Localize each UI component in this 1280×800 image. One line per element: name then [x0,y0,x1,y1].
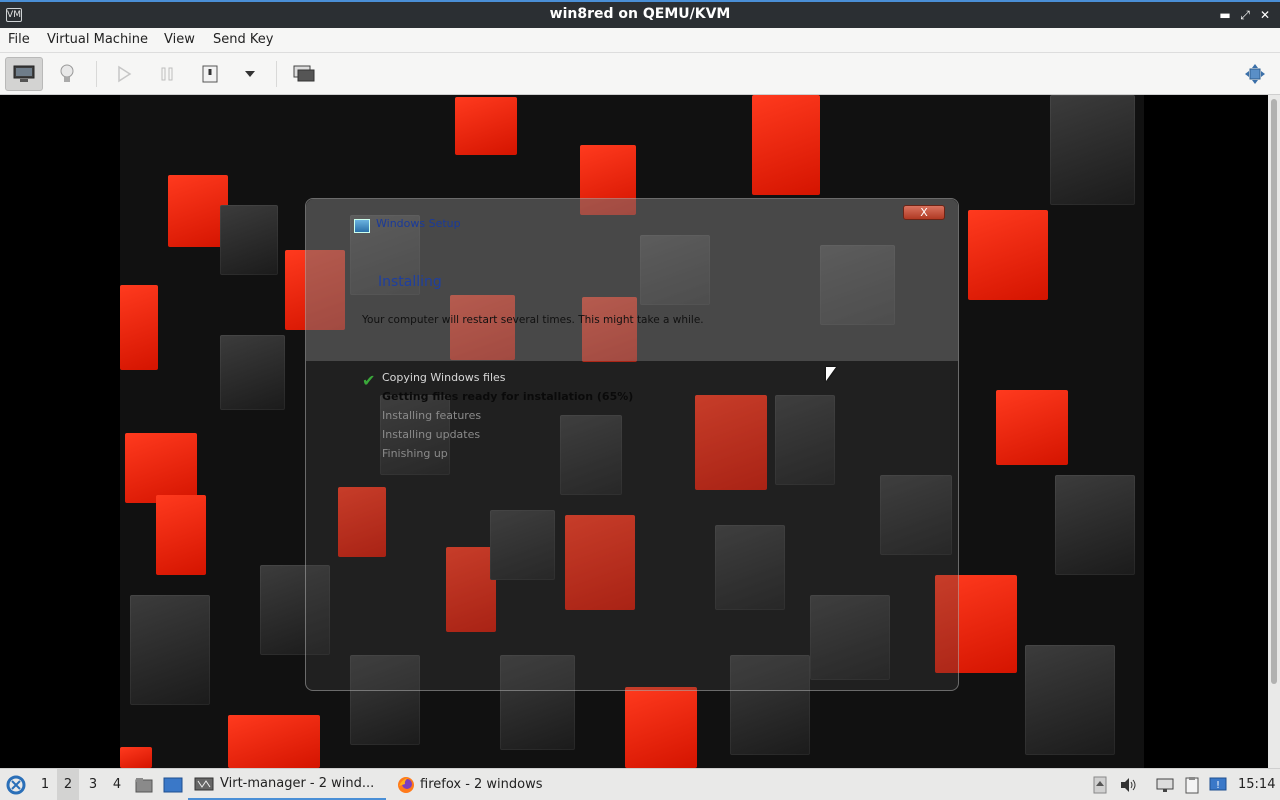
distro-logo-icon [6,775,26,794]
fullscreen-button[interactable] [1236,57,1274,91]
task-label: Virt-manager - 2 wind... [220,776,375,791]
workspace-4[interactable]: 4 [106,769,128,800]
vm-display[interactable]: X Windows Setup Installing Your computer… [0,95,1268,768]
window-title: win8red on QEMU/KVM [549,6,731,22]
tray-expand-button[interactable] [1090,769,1110,800]
start-menu-button[interactable] [4,769,28,800]
setup-heading: Installing [378,274,442,290]
wallpaper-cube [1055,475,1135,575]
scrollbar-thumb[interactable] [1271,99,1277,684]
wallpaper-cube [220,205,278,275]
speaker-icon [1121,777,1136,792]
toolbar-separator [276,61,277,87]
workspace-2[interactable]: 2 [57,769,79,800]
details-view-button[interactable] [48,57,86,91]
lightbulb-icon [60,64,74,82]
setup-step: Copying Windows files [382,371,506,384]
update-notifier-icon: ! [1209,777,1227,791]
setup-step: Installing features [382,409,482,422]
run-button[interactable] [105,57,143,91]
menu-view[interactable]: View [164,32,195,47]
taskbar: 1 2 3 4 Virt-manager - 2 wind... firefox… [0,768,1280,800]
console-view-button[interactable] [5,57,43,91]
show-desktop-button[interactable] [162,769,184,800]
desktop-icon [163,777,183,792]
menu-file[interactable]: File [8,32,30,47]
wallpaper-cube [168,175,228,247]
chevron-down-icon [245,71,255,77]
shutdown-menu-dropdown[interactable] [231,57,269,91]
setup-close-button[interactable]: X [903,205,945,220]
wallpaper-cube [752,95,820,195]
mouse-cursor-icon [826,367,836,381]
windows-setup-window: X Windows Setup Installing Your computer… [305,198,959,691]
svg-text:!: ! [1216,780,1220,791]
file-manager-launcher[interactable] [134,769,154,800]
wallpaper-cube [130,595,210,705]
setup-step-current: Getting files ready for installation (65… [382,390,634,403]
clipboard-button[interactable] [1181,769,1203,800]
folder-icon [135,777,153,792]
menu-send-key[interactable]: Send Key [213,32,273,47]
volume-button[interactable] [1117,769,1139,800]
monitor-icon [13,65,35,82]
setup-subtitle: Your computer will restart several times… [362,314,704,326]
power-icon [202,65,218,83]
wallpaper-cube [228,715,320,768]
firefox-icon [398,776,414,793]
play-icon [118,65,132,83]
snapshot-icon [293,65,315,82]
checkmark-icon: ✔ [362,371,376,390]
setup-window-title: Windows Setup [376,217,461,230]
clipboard-icon [1185,776,1199,793]
clock[interactable]: 15:14 [1238,769,1278,800]
wallpaper-cube [625,687,697,768]
task-firefox[interactable]: firefox - 2 windows [390,769,560,800]
maximize-button[interactable]: ⤢ [1237,6,1253,24]
workspace-1[interactable]: 1 [34,769,56,800]
updates-button[interactable]: ! [1207,769,1229,800]
wallpaper-cube [120,747,152,768]
setup-step: Finishing up [382,447,448,460]
wallpaper-cube [1025,645,1115,755]
tray-arrow-icon [1093,776,1107,793]
menu-bar: File Virtual Machine View Send Key [0,28,1280,53]
setup-step: Installing updates [382,428,481,441]
wallpaper-cube [1050,95,1135,205]
window-titlebar: VM win8red on QEMU/KVM ▬ ⤢ ✕ [0,0,1280,28]
virt-manager-icon [194,777,214,790]
pause-icon [161,67,173,81]
pause-button[interactable] [148,57,186,91]
wallpaper-cube [156,495,206,575]
wallpaper-cube [996,390,1068,465]
close-button[interactable]: ✕ [1257,6,1273,24]
windows-setup-icon [354,219,370,233]
workspace-3[interactable]: 3 [82,769,104,800]
wallpaper-cube [968,210,1048,300]
wallpaper-cube [455,97,517,155]
wallpaper-cube [125,433,197,503]
task-label: firefox - 2 windows [420,777,543,792]
toolbar [0,53,1280,95]
network-icon [1156,778,1174,792]
shutdown-button[interactable] [191,57,229,91]
vertical-scrollbar[interactable] [1268,95,1280,768]
wallpaper-cube [120,285,158,370]
menu-virtual-machine[interactable]: Virtual Machine [47,32,148,47]
task-virt-manager[interactable]: Virt-manager - 2 wind... [188,769,386,800]
minimize-button[interactable]: ▬ [1217,6,1233,24]
wallpaper-cube [220,335,285,410]
snapshots-button[interactable] [285,57,323,91]
toolbar-separator [96,61,97,87]
network-button[interactable] [1154,769,1176,800]
fullscreen-icon [1245,64,1265,84]
guest-desktop-wallpaper: X Windows Setup Installing Your computer… [120,95,1144,768]
